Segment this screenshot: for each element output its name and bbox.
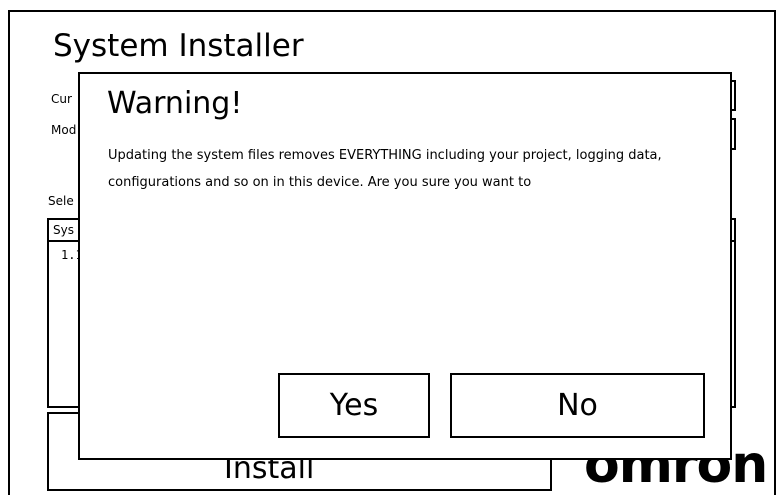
list-column-system: Sys — [53, 223, 74, 237]
dialog-message: Updating the system files removes EVERYT… — [108, 148, 662, 190]
page-title: System Installer — [53, 28, 304, 64]
top-strip — [0, 0, 781, 10]
current-version-label: Cur — [51, 92, 72, 106]
yes-button[interactable]: Yes — [278, 373, 430, 438]
dialog-title: Warning! — [107, 86, 243, 121]
select-label: Sele — [48, 194, 74, 208]
screen: System Installer Cur Mod Sele Sys 1.1 In… — [0, 0, 781, 495]
no-button[interactable]: No — [450, 373, 705, 438]
model-label: Mod — [51, 123, 77, 137]
